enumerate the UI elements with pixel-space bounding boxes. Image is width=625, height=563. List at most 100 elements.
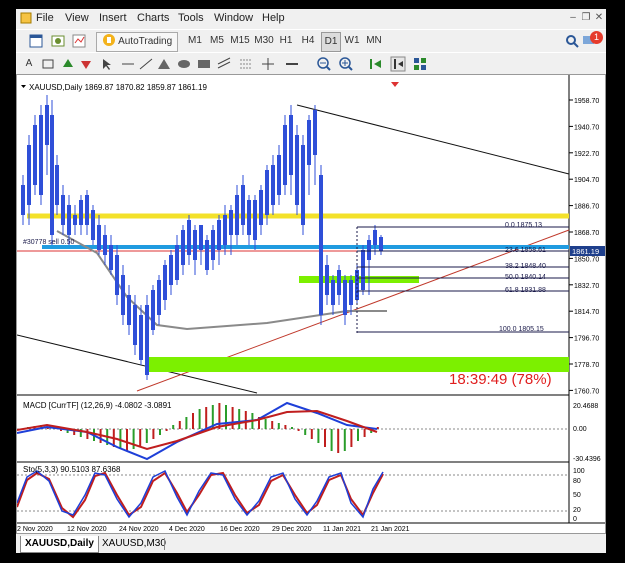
macd-bar [238, 409, 241, 429]
candle-body [361, 250, 365, 290]
candle-body [97, 225, 101, 250]
macd-bar [231, 407, 234, 429]
candle-body [343, 280, 347, 315]
price-axis-label: 1886.70 [574, 204, 599, 211]
label-tool-icon[interactable] [40, 56, 56, 72]
chart-window[interactable]: 0.0 1875.13 23.6 1858.61 38.2 1848.40 50… [16, 74, 606, 534]
timeframe-m1[interactable]: M1 [186, 32, 204, 50]
candle-body [199, 225, 203, 250]
candle-body [223, 215, 227, 245]
trendline-tool-icon[interactable] [138, 56, 154, 72]
market-watch-icon[interactable] [71, 33, 87, 49]
timeframe-mn[interactable]: MN [364, 32, 384, 50]
crosshair-icon[interactable] [260, 56, 276, 72]
chart-shift-icon[interactable] [390, 56, 406, 72]
menu-help[interactable]: Help [262, 12, 285, 24]
candle-body [301, 145, 305, 225]
candle-body [175, 245, 179, 280]
autotrading-button[interactable]: AutoTrading [96, 32, 178, 52]
new-chart-icon[interactable] [28, 33, 44, 49]
candle-body [27, 145, 31, 205]
candle-body [277, 155, 281, 195]
menu-view[interactable]: View [65, 12, 89, 24]
tab-xauusd-daily[interactable]: XAUUSD,Daily [20, 536, 99, 553]
zoom-in-icon[interactable] [338, 56, 354, 72]
menu-tools[interactable]: Tools [178, 12, 204, 24]
macd-bar [139, 429, 142, 447]
fib-level-382: 38.2 1848.40 [505, 263, 546, 270]
fib-level-50: 50.0 1840.14 [505, 274, 546, 281]
candle-body [319, 175, 323, 315]
macd-bar [297, 429, 300, 431]
candle-body [21, 185, 25, 215]
price-axis-label: 1904.70 [574, 177, 599, 184]
text-tool-icon[interactable]: A [22, 55, 36, 73]
templates-icon[interactable] [412, 56, 428, 72]
cursor-icon[interactable] [98, 56, 114, 72]
candle-body [73, 215, 77, 225]
macd-bar [185, 417, 188, 429]
hline-icon[interactable] [284, 56, 300, 72]
candle-body [349, 280, 353, 305]
notification-badge[interactable]: 1 [590, 31, 603, 44]
fibonacci-tool-icon[interactable] [238, 56, 254, 72]
line-tool-icon[interactable] [120, 56, 136, 72]
timeframe-w1[interactable]: W1 [343, 32, 361, 50]
autoscroll-icon[interactable] [368, 56, 384, 72]
tab-xauusd-m30[interactable]: XAUUSD,M30 [98, 536, 170, 552]
chart-menu-icon[interactable] [20, 12, 32, 27]
ellipse-tool-icon[interactable] [176, 56, 192, 72]
timeframe-d1[interactable]: D1 [321, 32, 341, 52]
restore-icon[interactable]: ❐ [581, 13, 591, 23]
triangle-tool-icon[interactable] [156, 56, 172, 72]
macd-axis-max: 20.4688 [573, 403, 598, 410]
autotrading-label: AutoTrading [118, 36, 173, 47]
candle-body [109, 245, 113, 270]
date-axis-label: 29 Dec 2020 [272, 526, 312, 533]
timeframe-h4[interactable]: H4 [299, 32, 317, 50]
candle-body [259, 190, 263, 225]
chart-canvas[interactable]: 0.0 1875.13 23.6 1858.61 38.2 1848.40 50… [17, 75, 605, 533]
channel-tool-icon[interactable] [216, 56, 232, 72]
macd-bar [330, 429, 333, 451]
stoch-axis-80: 80 [573, 478, 581, 485]
menu-window[interactable]: Window [214, 12, 253, 24]
search-icon[interactable] [564, 33, 580, 49]
candle-body [79, 200, 83, 225]
minimize-icon[interactable]: – [568, 13, 578, 23]
bar-countdown: 18:39:49 (78%) [449, 371, 552, 388]
drawing-toolbar: A [16, 52, 606, 76]
chart-tabs: XAUUSD,Daily XAUUSD,M30 [16, 535, 606, 553]
candle-body [139, 315, 143, 360]
rectangle-tool-icon[interactable] [196, 56, 212, 72]
profiles-icon[interactable] [50, 33, 66, 49]
fib-level-236: 23.6 1858.61 [505, 247, 546, 254]
timeframe-h1[interactable]: H1 [277, 32, 295, 50]
candle-body [295, 135, 299, 205]
demand-zone[interactable] [149, 357, 569, 372]
menu-insert[interactable]: Insert [99, 12, 127, 24]
arrow-up-icon[interactable] [60, 56, 76, 72]
menu-charts[interactable]: Charts [137, 12, 169, 24]
candle-body [289, 115, 293, 175]
close-icon[interactable]: ✕ [594, 13, 604, 23]
zoom-out-icon[interactable] [316, 56, 332, 72]
price-axis-label: 1868.70 [574, 230, 599, 237]
price-axis-label: 1760.70 [574, 388, 599, 395]
timeframe-m5[interactable]: M5 [208, 32, 226, 50]
macd-bar [192, 413, 194, 429]
macd-bar [317, 429, 320, 443]
autotrading-icon [102, 34, 115, 46]
menu-file[interactable]: File [36, 12, 54, 24]
standard-toolbar: AutoTrading M1 M5 M15 M30 H1 H4 D1 W1 MN… [16, 29, 606, 53]
macd-bar [145, 429, 148, 443]
macd-bar [277, 423, 280, 429]
date-axis-label: 21 Jan 2021 [371, 526, 410, 533]
timeframe-m15[interactable]: M15 [229, 32, 251, 50]
price-axis-label: 1922.70 [574, 151, 599, 158]
timeframe-m30[interactable]: M30 [253, 32, 275, 50]
arrow-down-icon[interactable] [78, 56, 94, 72]
macd-bar [291, 427, 293, 429]
candle-body [127, 295, 131, 325]
fib-level-100: 100.0 1805.15 [499, 326, 544, 333]
